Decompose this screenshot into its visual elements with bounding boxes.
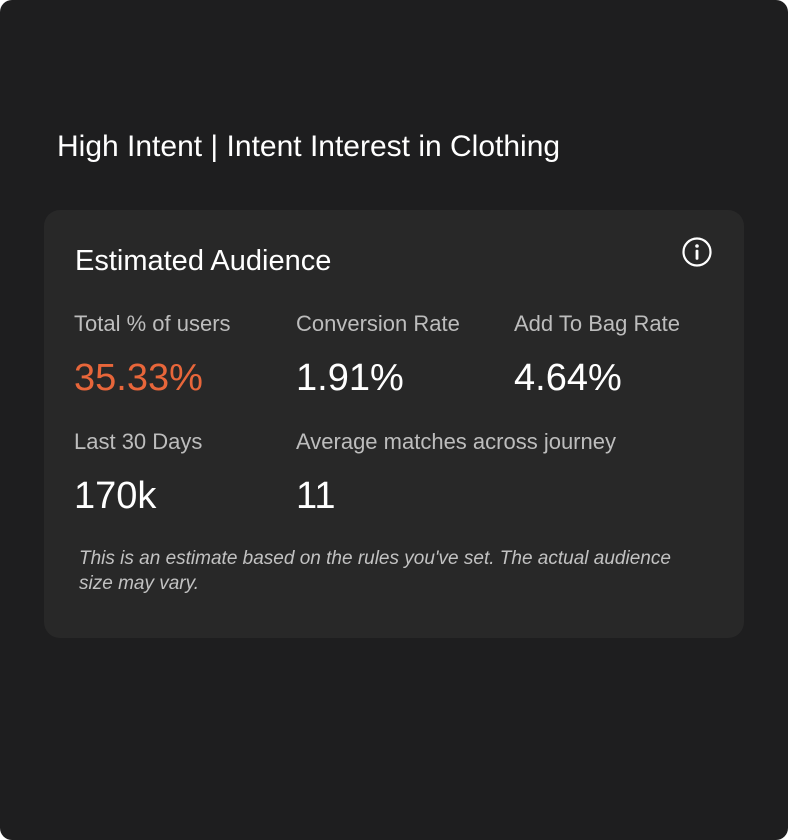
- metric-value: 4.64%: [514, 357, 622, 399]
- metric-label: Average matches across journey: [296, 429, 616, 454]
- metric-total-users: Total % of users 35.33%: [74, 310, 231, 400]
- metric-value: 35.33%: [74, 357, 203, 399]
- metric-label: Total % of users: [74, 311, 231, 336]
- audience-panel: High Intent | Intent Interest in Clothin…: [0, 0, 788, 840]
- metric-value: 1.91%: [296, 357, 404, 399]
- metric-label: Conversion Rate: [296, 311, 460, 336]
- segment-title: High Intent | Intent Interest in Clothin…: [57, 130, 561, 163]
- card-title: Estimated Audience: [75, 245, 332, 277]
- estimate-disclaimer: This is an estimate based on the rules y…: [79, 548, 671, 594]
- metric-add-to-bag-rate: Add To Bag Rate 4.64%: [514, 310, 680, 400]
- metric-last-30-days: Last 30 Days 170k: [74, 428, 202, 518]
- metric-value: 11: [296, 475, 336, 517]
- info-icon[interactable]: [681, 236, 713, 268]
- metric-label: Last 30 Days: [74, 429, 203, 454]
- metric-label: Add To Bag Rate: [514, 311, 680, 336]
- metric-conversion-rate: Conversion Rate 1.91%: [296, 310, 460, 400]
- estimated-audience-card: Estimated Audience Total % of users 35.3…: [44, 210, 744, 638]
- metric-value: 170k: [74, 475, 157, 517]
- metric-average-matches: Average matches across journey 11: [296, 428, 616, 518]
- info-icon-graphic: [682, 237, 712, 267]
